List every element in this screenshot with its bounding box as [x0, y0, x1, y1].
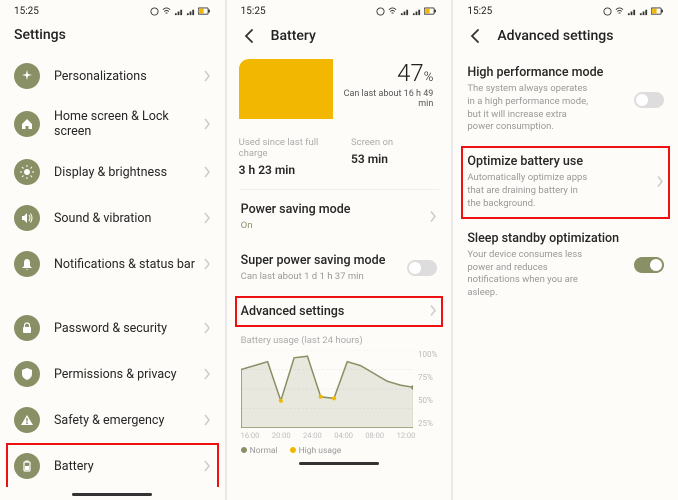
chevron-right-icon [203, 209, 211, 228]
header: Battery [227, 19, 452, 55]
row-title: Optimize battery use [467, 154, 628, 169]
batt-icon [14, 453, 40, 479]
page-title: Battery [271, 28, 316, 44]
row-subtitle: Your device consumes less power and redu… [467, 249, 628, 300]
chevron-right-icon [656, 173, 664, 192]
chevron-right-icon [203, 457, 211, 476]
battery-stats: Used since last full charge 3 h 23 min S… [239, 137, 440, 177]
battery-level-bar [239, 59, 333, 119]
settings-item-sound-vibration[interactable]: Sound & vibration [0, 195, 225, 241]
chevron-right-icon [203, 411, 211, 430]
header: Advanced settings [453, 19, 678, 55]
settings-item-password-security[interactable]: Password & security [0, 305, 225, 351]
chevron-right-icon [203, 115, 211, 134]
row-title: High performance mode [467, 65, 628, 80]
chevron-right-icon [203, 319, 211, 338]
chart-title: Battery usage (last 24 hours) [241, 335, 438, 346]
lock-icon [14, 315, 40, 341]
chevron-right-icon [203, 163, 211, 182]
toggle-switch[interactable] [634, 257, 664, 273]
status-icons [376, 7, 437, 16]
bell-icon [14, 251, 40, 277]
chevron-right-icon [429, 302, 437, 321]
chevron-right-icon [203, 67, 211, 86]
settings-item-display-brightness[interactable]: Display & brightness [0, 149, 225, 195]
status-bar: 15:25 [227, 0, 452, 19]
settings-screen: 15:25 Settings Personalizations Home scre… [0, 0, 225, 500]
row-title: Advanced settings [241, 304, 438, 319]
toggle-switch[interactable] [634, 92, 664, 108]
row-subtitle: The system always operates in a high per… [467, 83, 628, 134]
settings-item-notifications-status-bar[interactable]: Notifications & status bar [0, 241, 225, 287]
settings-item-battery[interactable]: Battery [0, 443, 225, 487]
row-title: Power saving mode [241, 202, 438, 217]
sun-icon [14, 159, 40, 185]
chevron-right-icon [203, 255, 211, 274]
sparkle-icon [14, 63, 40, 89]
header: Settings [0, 19, 225, 53]
status-bar: 15:25 [0, 0, 225, 19]
battery-usage-chart: 100%75%50%25% 16:0020:0024:0004:0008:001… [241, 350, 438, 440]
status-bar: 15:25 [453, 0, 678, 19]
page-title: Settings [14, 27, 66, 43]
toggle-switch[interactable] [407, 260, 437, 276]
item-label: Safety & emergency [54, 413, 203, 428]
settings-item-permissions-privacy[interactable]: Permissions & privacy [0, 351, 225, 397]
sound-icon [14, 205, 40, 231]
row-subtitle: Automatically optimize apps that are dra… [467, 172, 628, 210]
settings-list[interactable]: Personalizations Home screen & Lock scree… [0, 53, 225, 487]
nav-handle[interactable] [299, 462, 379, 465]
status-time: 15:25 [241, 6, 266, 17]
item-label: Permissions & privacy [54, 367, 203, 382]
stat-screen-on: Screen on 53 min [351, 137, 439, 177]
back-button[interactable] [241, 27, 259, 45]
shield-icon [14, 361, 40, 387]
battery-remaining: Can last about 16 h 49 min [333, 89, 433, 109]
status-time: 15:25 [467, 6, 492, 17]
advanced-settings-screen: 15:25 Advanced settings High performance… [453, 0, 678, 500]
chart-legend: Normal High usage [241, 446, 438, 456]
battery-percent: 47% [333, 59, 433, 87]
status-time: 15:25 [14, 6, 39, 17]
back-button[interactable] [467, 27, 485, 45]
legend-dot-normal [241, 447, 247, 453]
item-label: Personalizations [54, 69, 203, 84]
item-label: Display & brightness [54, 165, 203, 180]
legend-dot-high [290, 447, 296, 453]
nav-handle[interactable] [72, 493, 152, 496]
warn-icon [14, 407, 40, 433]
item-label: Password & security [54, 321, 203, 336]
battery-card: 47% Can last about 16 h 49 min [239, 59, 440, 119]
row-high-performance-mode[interactable]: High performance mode The system always o… [453, 55, 678, 144]
row-advanced-settings[interactable]: Advanced settings [227, 294, 452, 329]
page-title: Advanced settings [497, 28, 613, 44]
battery-screen: 15:25 Battery 47% Can last about 16 h 49… [227, 0, 452, 500]
settings-item-personalizations[interactable]: Personalizations [0, 53, 225, 99]
row-sleep-standby-optimization[interactable]: Sleep standby optimization Your device co… [453, 221, 678, 310]
item-label: Sound & vibration [54, 211, 203, 226]
status-icons [603, 7, 664, 16]
row-power-saving-mode[interactable]: Power saving mode On [227, 192, 452, 243]
row-optimize-battery-use[interactable]: Optimize battery use Automatically optimi… [453, 144, 678, 220]
stat-used-since-charge: Used since last full charge 3 h 23 min [239, 137, 327, 177]
status-icons [150, 7, 211, 16]
item-label: Notifications & status bar [54, 257, 203, 272]
row-super-power-saving-mode[interactable]: Super power saving modeCan last about 1 … [227, 243, 452, 294]
home-icon [14, 111, 40, 137]
row-title: Sleep standby optimization [467, 231, 628, 246]
row-subtitle: On [241, 220, 438, 233]
settings-item-home-screen-lock-screen[interactable]: Home screen & Lock screen [0, 99, 225, 149]
settings-item-safety-emergency[interactable]: Safety & emergency [0, 397, 225, 443]
item-label: Home screen & Lock screen [54, 109, 203, 139]
item-label: Battery [54, 459, 203, 474]
chevron-right-icon [429, 208, 437, 227]
chevron-right-icon [203, 365, 211, 384]
